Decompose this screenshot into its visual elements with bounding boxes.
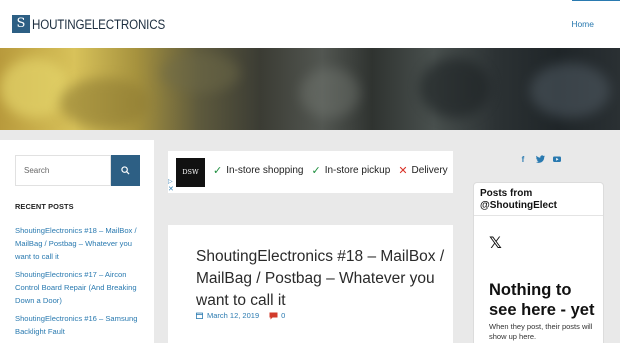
ad-feature-item: ✓ In-store shopping [213,164,304,177]
left-sidebar: Search RECENT POSTS ShoutingElectronics … [0,140,154,343]
header-banner-image [0,48,620,130]
comment-icon [269,312,278,319]
logo-text: HOUTINGELECTRONICS [32,16,166,32]
ad-logo: DSW [176,158,205,187]
search-input[interactable]: Search [15,155,111,186]
site-header: S HOUTINGELECTRONICS Home [0,0,620,48]
ad-feature-text: In-store shopping [226,165,304,176]
post-date[interactable]: March 12, 2019 [207,311,259,320]
ad-feature-item: ✓ In-store pickup [312,164,391,177]
recent-post-link[interactable]: ShoutingElectronics #16 – Samsung Backli… [15,312,143,338]
logo-mark: S [12,15,30,33]
cross-icon: ✕ [398,165,408,177]
youtube-icon[interactable] [553,155,561,165]
ad-feature-text: In-store pickup [324,165,391,176]
x-logo-icon: 𝕏 [489,233,502,252]
twitter-timeline-widget: Posts from @ShoutingElect 𝕏 Nothing to s… [473,182,604,343]
ad-feature-list: ✓ In-store shopping ✓ In-store pickup ✕ … [213,164,453,177]
recent-posts-list: ShoutingElectronics #18 – MailBox / Mail… [15,224,143,343]
twitter-icon[interactable] [536,155,545,165]
twitter-empty-headline: Nothing to see here - yet [489,281,595,319]
post-title-link[interactable]: ShoutingElectronics #18 – MailBox / Mail… [196,246,446,312]
facebook-icon[interactable]: f [519,155,527,165]
site-logo[interactable]: S HOUTINGELECTRONICS [12,14,187,34]
post-card: ShoutingElectronics #18 – MailBox / Mail… [168,225,453,343]
twitter-empty-subtext: When they post, their posts will show up… [489,322,593,341]
social-links: f [519,155,561,165]
ad-feature-item: ✕ Delivery [398,164,447,177]
ad-close-button[interactable]: ✕ [168,185,174,193]
twitter-widget-header[interactable]: Posts from @ShoutingElect [474,183,603,216]
ad-choices-icon[interactable]: ▷ [168,178,173,185]
ad-feature-text: Delivery [411,165,448,176]
calendar-icon [196,312,203,319]
post-meta: March 12, 2019 0 [196,311,285,320]
check-icon: ✓ [213,165,223,177]
search-icon [121,166,130,175]
search-button[interactable] [111,155,140,186]
comment-count[interactable]: 0 [281,311,285,320]
recent-posts-heading: RECENT POSTS [15,202,74,211]
advertisement-banner[interactable]: DSW ✓ In-store shopping ✓ In-store picku… [168,151,453,193]
recent-post-link[interactable]: ShoutingElectronics #18 – MailBox / Mail… [15,224,143,263]
nav-home-link[interactable]: Home [571,19,594,29]
recent-post-link[interactable]: ShoutingElectronics #17 – Aircon Control… [15,268,143,307]
check-icon: ✓ [311,165,321,177]
nav-active-indicator [572,0,620,1]
